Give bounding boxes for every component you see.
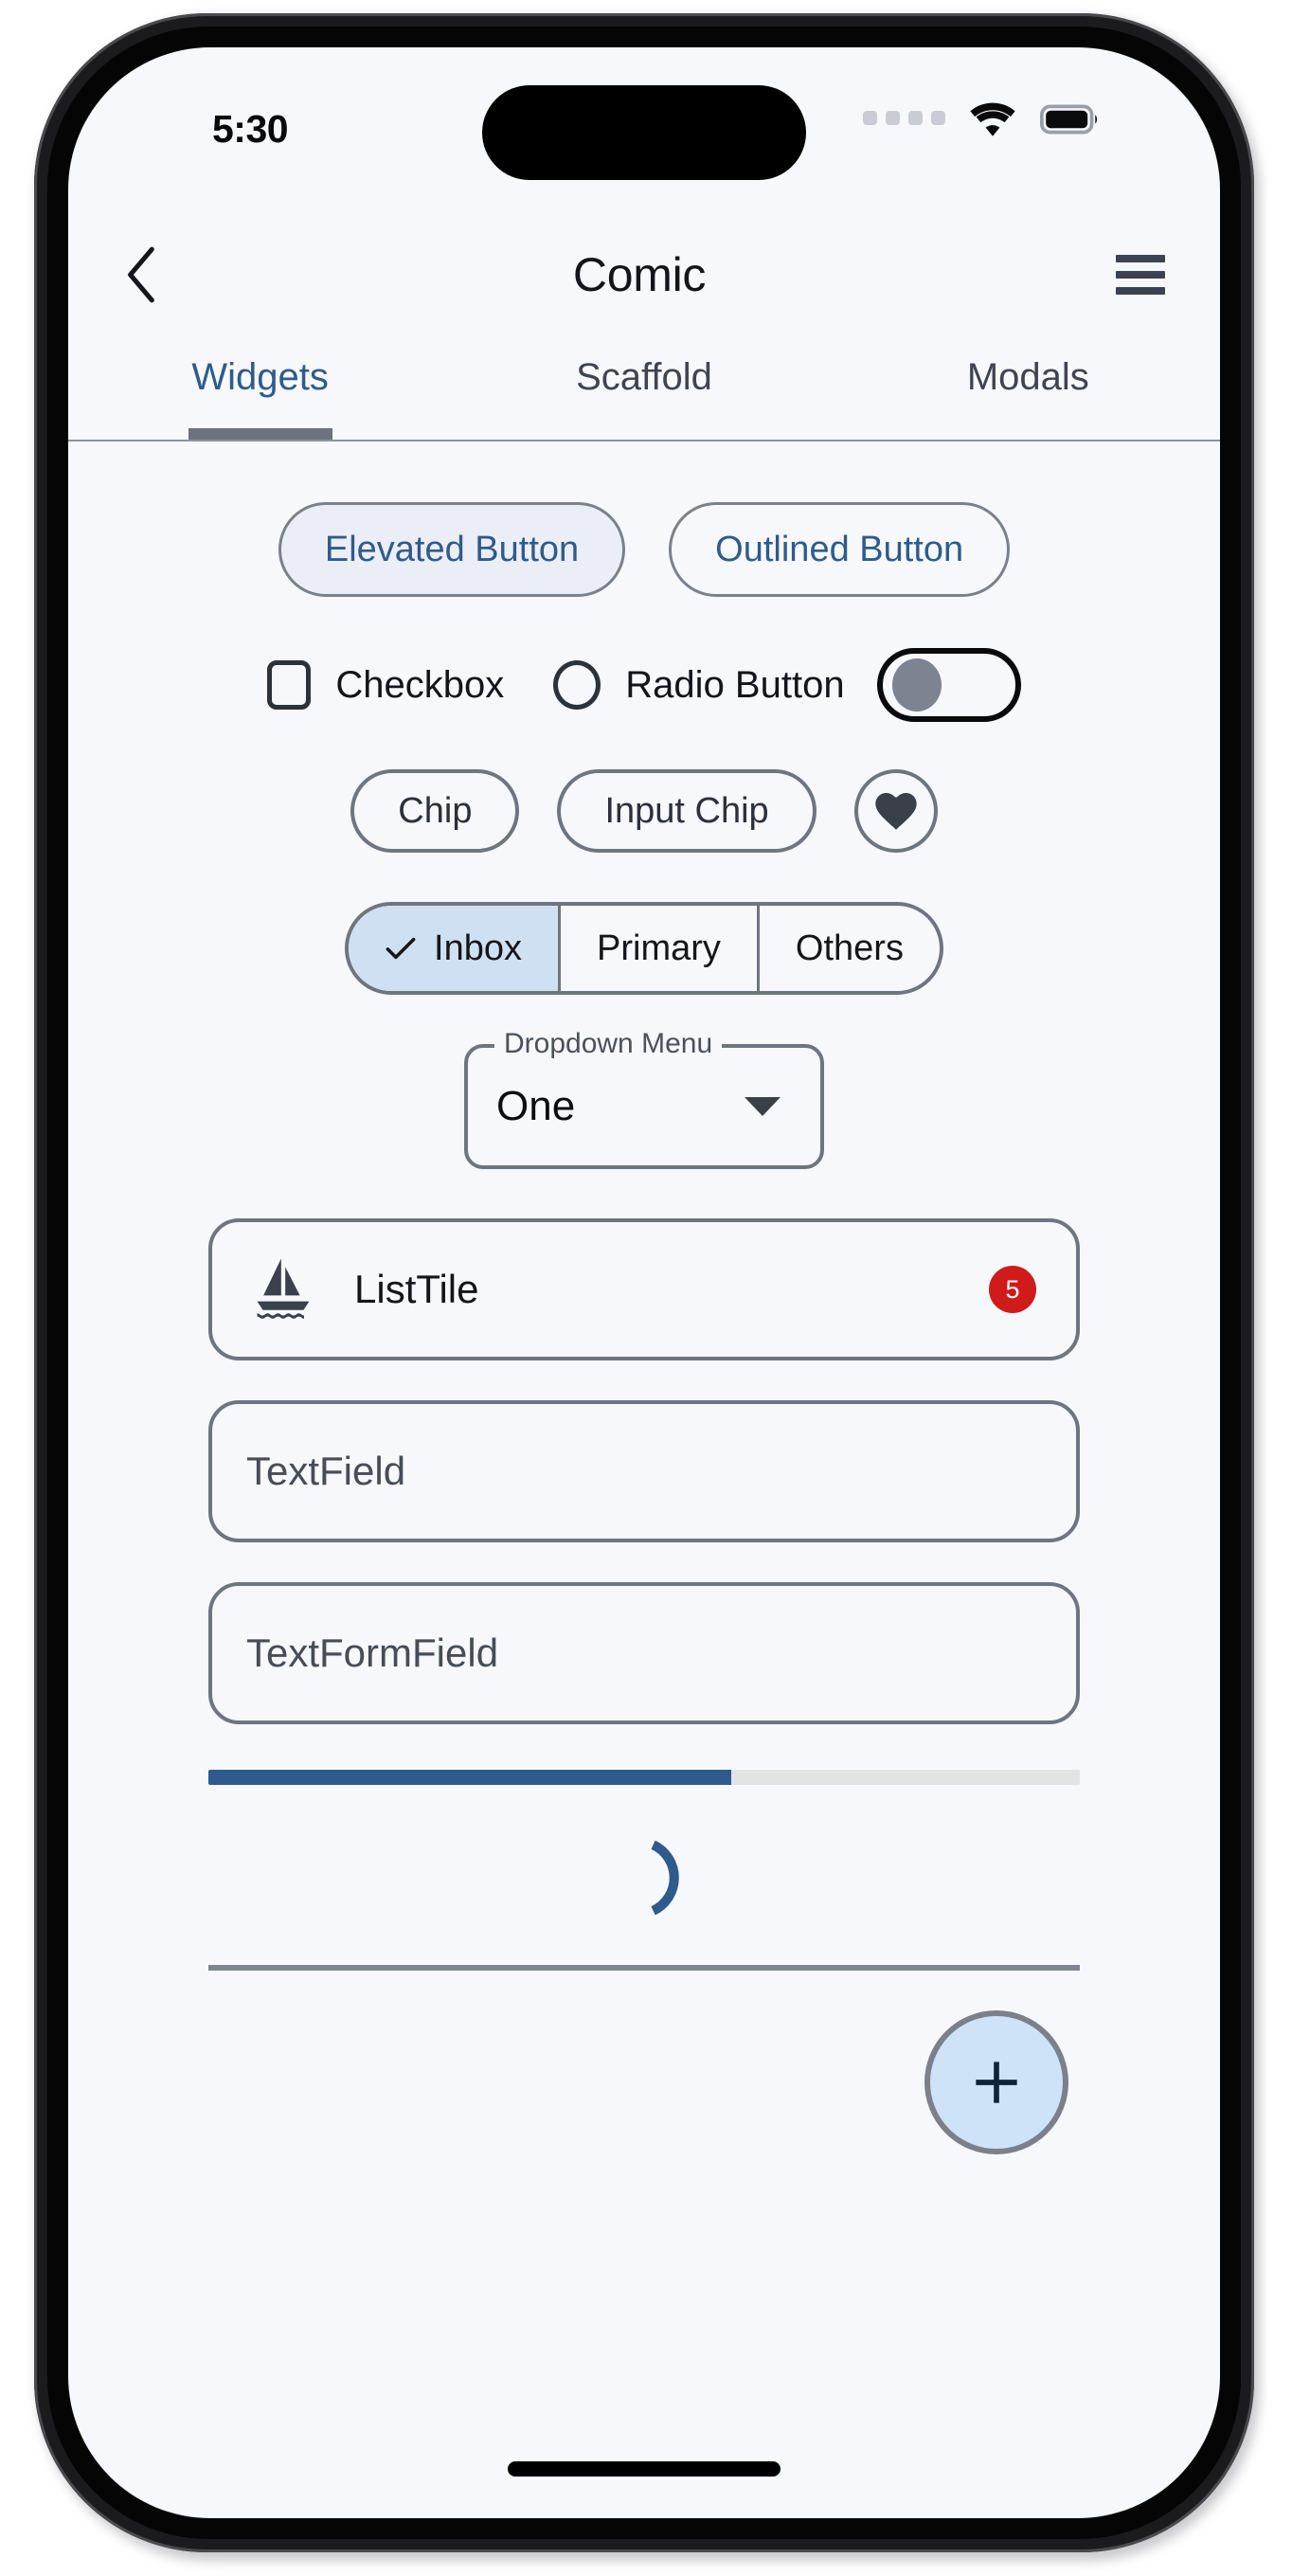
chips-row: Chip Input Chip <box>68 769 1220 853</box>
status-bar: 5:30 <box>68 47 1220 213</box>
linear-progress-wrap <box>208 1770 1080 1785</box>
status-icons <box>863 100 1099 138</box>
sailboat-icon <box>257 1258 310 1319</box>
toggle-switch[interactable] <box>876 648 1021 722</box>
checkbox-control[interactable]: Checkbox <box>267 660 504 710</box>
linear-progress-fill <box>208 1770 731 1785</box>
tab-widgets-label: Widgets <box>191 356 329 398</box>
status-time: 5:30 <box>212 107 289 151</box>
segment-others-label: Others <box>795 928 904 968</box>
linear-progress-indicator <box>208 1770 1080 1785</box>
check-icon <box>386 937 416 960</box>
input-chip-label: Input Chip <box>604 790 769 831</box>
tab-bar: Widgets Scaffold Modals <box>68 343 1220 441</box>
tab-scaffold-label: Scaffold <box>576 356 712 398</box>
chevron-down-icon[interactable] <box>745 1097 781 1116</box>
chevron-left-icon[interactable] <box>121 245 163 304</box>
text-field[interactable]: TextField <box>208 1400 1080 1542</box>
checkbox-input[interactable] <box>267 660 312 710</box>
heart-icon <box>875 793 917 830</box>
chip[interactable]: Chip <box>350 769 520 853</box>
radio-control[interactable]: Radio Button <box>553 660 845 710</box>
segment-inbox[interactable]: Inbox <box>349 906 562 991</box>
elevated-button-label: Elevated Button <box>324 529 580 569</box>
buttons-row: Elevated Button Outlined Button <box>68 502 1220 597</box>
battery-full-icon <box>1040 104 1097 135</box>
tab-modals[interactable]: Modals <box>836 343 1220 440</box>
heart-chip-button[interactable] <box>853 769 938 853</box>
radio-input[interactable] <box>553 660 601 710</box>
screenshot-root: 5:30 Comic Widgets Scaffold Modals Eleva… <box>0 0 1292 2576</box>
segment-inbox-label: Inbox <box>434 928 523 968</box>
checkbox-label: Checkbox <box>335 663 505 706</box>
hamburger-menu-icon[interactable] <box>1116 255 1165 295</box>
page-title: Comic <box>572 248 707 301</box>
segmented-button: Inbox Primary Others <box>345 902 943 995</box>
dynamic-island <box>482 85 806 180</box>
phone-screen: 5:30 Comic Widgets Scaffold Modals Eleva… <box>68 47 1220 2518</box>
tab-modals-label: Modals <box>966 356 1089 398</box>
home-indicator[interactable] <box>508 2461 781 2477</box>
phone-body: 5:30 Comic Widgets Scaffold Modals Eleva… <box>34 13 1254 2552</box>
widgets-tab-content: Elevated Button Outlined Button Checkbox <box>68 443 1220 2518</box>
tab-scaffold[interactable]: Scaffold <box>452 343 835 440</box>
chip-label: Chip <box>398 790 473 831</box>
dropdown-row: Dropdown Menu One <box>68 1028 1220 1169</box>
circular-progress-wrap <box>68 1832 1220 1923</box>
segmented-button-row: Inbox Primary Others <box>68 902 1220 995</box>
segment-primary-label: Primary <box>597 928 721 968</box>
radio-label: Radio Button <box>625 663 845 706</box>
segment-primary[interactable]: Primary <box>561 906 760 991</box>
app-bar: Comic <box>68 213 1220 336</box>
elevated-button[interactable]: Elevated Button <box>278 502 626 597</box>
circular-progress-indicator <box>651 1840 679 1916</box>
list-tile[interactable]: ListTile 5 <box>208 1218 1080 1360</box>
phone-bezel: 5:30 Comic Widgets Scaffold Modals Eleva… <box>47 27 1241 2539</box>
list-tile-title: ListTile <box>354 1267 479 1311</box>
dropdown-menu[interactable]: Dropdown Menu One <box>464 1028 824 1169</box>
fab-wrap <box>68 2010 1220 2154</box>
divider <box>208 1965 1080 1971</box>
wifi-icon <box>970 102 1015 136</box>
outlined-button[interactable]: Outlined Button <box>669 502 1011 597</box>
tab-widgets[interactable]: Widgets <box>68 343 452 440</box>
segment-others[interactable]: Others <box>760 906 940 991</box>
selection-controls-row: Checkbox Radio Button <box>68 648 1220 722</box>
dropdown-label: Dropdown Menu <box>494 1028 723 1060</box>
text-field-placeholder: TextField <box>246 1449 406 1493</box>
input-chip[interactable]: Input Chip <box>557 769 816 853</box>
switch-thumb <box>891 658 942 712</box>
cellular-dots-icon <box>863 110 945 129</box>
status-badge: 5 <box>989 1266 1036 1313</box>
floating-action-button[interactable] <box>924 2010 1068 2154</box>
text-form-field[interactable]: TextFormField <box>208 1582 1080 1724</box>
dropdown-value: One <box>496 1083 576 1129</box>
text-form-field-placeholder: TextFormField <box>246 1630 499 1675</box>
outlined-button-label: Outlined Button <box>715 529 964 569</box>
plus-icon <box>976 2062 1017 2103</box>
